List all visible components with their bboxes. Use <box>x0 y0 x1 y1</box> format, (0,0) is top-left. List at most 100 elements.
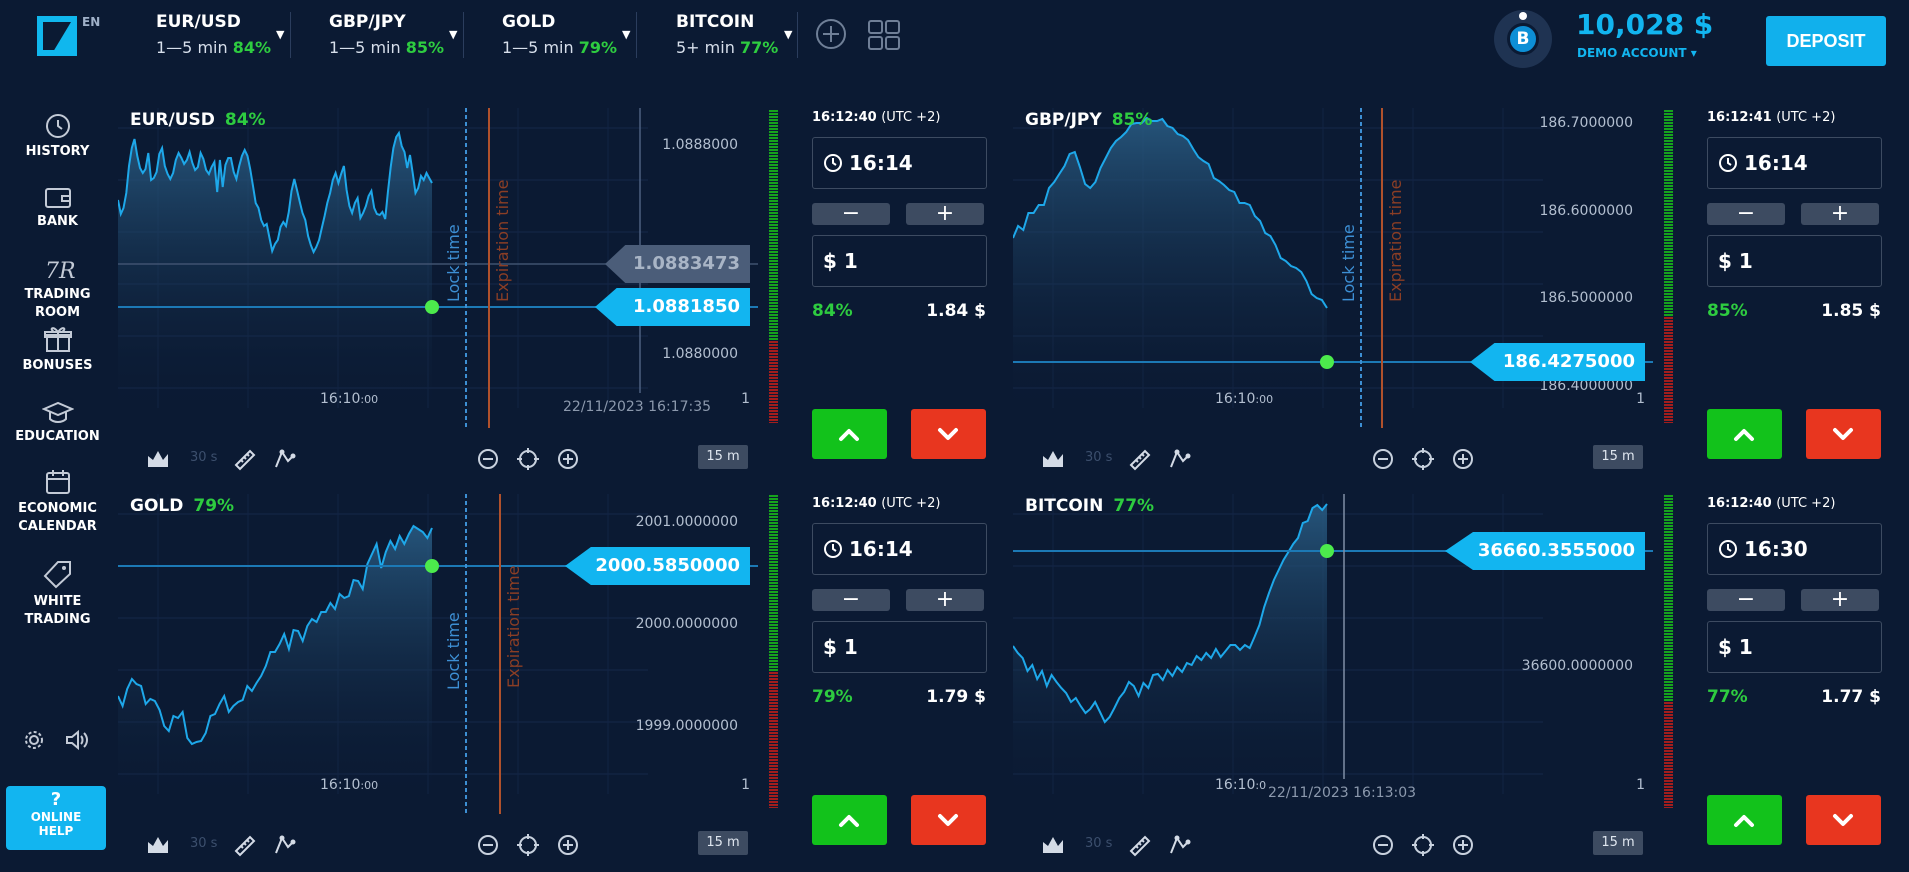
account-type-dropdown[interactable]: DEMO ACCOUNT ▾ <box>1577 46 1697 60</box>
asset-tab-eurusd[interactable]: EUR/USD 1—5 min 84% ▼ <box>156 12 291 58</box>
interval-selector[interactable]: 30 s <box>190 450 217 465</box>
chevron-down-icon[interactable]: ▼ <box>449 28 457 41</box>
area-chart-icon[interactable] <box>1041 833 1065 857</box>
expiry-time-field[interactable]: 16:14 <box>812 137 987 189</box>
timeframe-button[interactable]: 15 m <box>698 445 748 469</box>
online-help-button[interactable]: ? ONLINE HELP <box>6 786 106 850</box>
time-axis-label: 16:10:00 <box>320 777 379 793</box>
drawing-tool-icon[interactable] <box>1167 447 1191 471</box>
meter-segment <box>769 636 778 638</box>
zoom-out-icon[interactable] <box>1371 447 1395 471</box>
reset-zoom-icon[interactable] <box>1411 833 1435 857</box>
sidebar-item-bank[interactable]: BANK <box>0 185 115 231</box>
zoom-in-icon[interactable] <box>556 447 580 471</box>
trade-amount-field[interactable]: $ 1 <box>1707 235 1882 287</box>
decrease-button[interactable]: − <box>812 589 890 611</box>
call-up-button[interactable] <box>1707 409 1782 459</box>
expiry-time-field[interactable]: 16:14 <box>812 523 987 575</box>
interval-selector[interactable]: 30 s <box>190 836 217 851</box>
area-chart-icon[interactable] <box>146 447 170 471</box>
timeframe-button[interactable]: 15 m <box>1593 831 1643 855</box>
drawing-tool-icon[interactable] <box>272 833 296 857</box>
zoom-in-icon[interactable] <box>1451 833 1475 857</box>
meter-segment <box>1664 567 1673 569</box>
interval-selector[interactable]: 30 s <box>1085 450 1112 465</box>
meter-segment <box>1664 233 1673 235</box>
gear-icon[interactable] <box>22 728 46 752</box>
zoom-in-icon[interactable] <box>556 833 580 857</box>
meter-segment <box>769 576 778 578</box>
meter-segment <box>769 152 778 154</box>
brand-logo[interactable] <box>37 16 77 56</box>
decrease-button[interactable]: − <box>812 203 890 225</box>
put-down-button[interactable] <box>911 409 986 459</box>
timeframe-button[interactable]: 15 m <box>698 831 748 855</box>
increase-button[interactable]: + <box>906 589 984 611</box>
sidebar-item-economic-calendar[interactable]: ECONOMIC CALENDAR <box>0 468 115 536</box>
payout-amount: 1.85 $ <box>1821 301 1881 321</box>
decrease-button[interactable]: − <box>1707 203 1785 225</box>
ruler-icon[interactable] <box>232 833 256 857</box>
deposit-button[interactable]: DEPOSIT <box>1766 16 1886 66</box>
expiry-time-field[interactable]: 16:30 <box>1707 523 1882 575</box>
zoom-out-icon[interactable] <box>476 447 500 471</box>
meter-segment <box>1664 320 1673 322</box>
put-down-button[interactable] <box>1806 409 1881 459</box>
layout-grid-icon[interactable] <box>868 20 900 50</box>
reset-zoom-icon[interactable] <box>1411 447 1435 471</box>
zoom-out-icon[interactable] <box>476 833 500 857</box>
meter-segment <box>1664 720 1673 722</box>
chevron-down-icon[interactable]: ▼ <box>622 28 630 41</box>
meter-segment <box>1664 350 1673 352</box>
reset-zoom-icon[interactable] <box>516 833 540 857</box>
trade-amount-field[interactable]: $ 1 <box>812 235 987 287</box>
asset-tab-name: GOLD <box>502 12 556 32</box>
meter-segment <box>769 161 778 163</box>
sidebar-item-white-trading[interactable]: WHITE TRADING <box>0 559 115 629</box>
area-chart-icon[interactable] <box>1041 447 1065 471</box>
put-down-button[interactable] <box>1806 795 1881 845</box>
sidebar-item-bonuses[interactable]: BONUSES <box>0 325 115 375</box>
meter-segment <box>1664 272 1673 274</box>
meter-segment <box>1664 705 1673 707</box>
meter-segment <box>1664 326 1673 328</box>
call-up-button[interactable] <box>812 795 887 845</box>
ruler-icon[interactable] <box>1127 833 1151 857</box>
decrease-button[interactable]: − <box>1707 589 1785 611</box>
add-chart-icon[interactable] <box>815 18 847 50</box>
asset-tab-gbpjpy[interactable]: GBP/JPY 1—5 min 85% ▼ <box>329 12 464 58</box>
asset-tab-gold[interactable]: GOLD 1—5 min 79% ▼ <box>502 12 637 58</box>
expiry-time-field[interactable]: 16:14 <box>1707 137 1882 189</box>
speaker-icon[interactable] <box>64 728 90 752</box>
ruler-icon[interactable] <box>1127 447 1151 471</box>
meter-segment <box>769 591 778 593</box>
interval-selector[interactable]: 30 s <box>1085 836 1112 851</box>
zoom-in-icon[interactable] <box>1451 447 1475 471</box>
timeframe-button[interactable]: 15 m <box>1593 445 1643 469</box>
meter-segment <box>1664 404 1673 406</box>
trade-amount-field[interactable]: $ 1 <box>1707 621 1882 673</box>
call-up-button[interactable] <box>812 409 887 459</box>
reset-zoom-icon[interactable] <box>516 447 540 471</box>
price-chart[interactable] <box>118 494 758 824</box>
sidebar-item-education[interactable]: EDUCATION <box>0 400 115 446</box>
meter-segment <box>769 299 778 301</box>
drawing-tool-icon[interactable] <box>272 447 296 471</box>
drawing-tool-icon[interactable] <box>1167 833 1191 857</box>
trade-amount-field[interactable]: $ 1 <box>812 621 987 673</box>
sidebar-item-history[interactable]: HISTORY <box>0 113 115 161</box>
chevron-down-icon[interactable]: ▼ <box>784 28 792 41</box>
ruler-icon[interactable] <box>232 447 256 471</box>
increase-button[interactable]: + <box>1801 589 1879 611</box>
sidebar-item-trading-room[interactable]: 7R TRADING ROOM <box>0 256 115 322</box>
zoom-out-icon[interactable] <box>1371 833 1395 857</box>
put-down-button[interactable] <box>911 795 986 845</box>
chevron-down-icon[interactable]: ▼ <box>276 28 284 41</box>
asset-tab-bitcoin[interactable]: BITCOIN 5+ min 77% ▼ <box>676 12 798 58</box>
increase-button[interactable]: + <box>906 203 984 225</box>
area-chart-icon[interactable] <box>146 833 170 857</box>
call-up-button[interactable] <box>1707 795 1782 845</box>
increase-button[interactable]: + <box>1801 203 1879 225</box>
account-avatar[interactable]: B <box>1494 10 1552 68</box>
language-switch[interactable]: EN <box>82 15 100 29</box>
